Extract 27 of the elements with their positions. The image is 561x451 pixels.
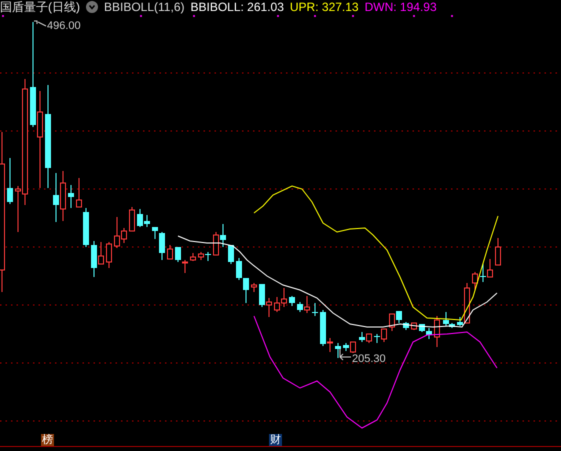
indicator-value: UPR: 327.13: [290, 0, 359, 14]
candlestick: [289, 296, 295, 306]
indicator-name: BBIBOLL(11,6): [104, 0, 184, 14]
candlestick: [228, 244, 234, 264]
candlestick: [434, 316, 440, 348]
candlestick: [167, 244, 173, 260]
marker-badge[interactable]: 榜: [41, 434, 54, 446]
leader-line: [34, 20, 46, 26]
candlestick: [411, 322, 417, 330]
candlestick: [190, 252, 196, 262]
indicator-value: DWN: 194.93: [364, 0, 437, 14]
candlestick: [312, 302, 318, 316]
candlestick: [495, 238, 501, 266]
candlestick: [7, 158, 13, 204]
high-price-label: 496.00: [47, 20, 81, 32]
candlestick: [335, 342, 341, 358]
candlestick: [472, 272, 478, 290]
candlestick: [68, 184, 74, 208]
marker-badge[interactable]: 财: [269, 434, 282, 446]
candlestick: [129, 206, 135, 232]
dropdown-icon[interactable]: [86, 1, 98, 13]
leader-line: [340, 348, 352, 360]
candlestick: [106, 242, 112, 268]
indicator-value: BBIBOLL: 261.03: [190, 0, 284, 14]
candlestick: [251, 282, 257, 292]
low-price-label: 205.30: [352, 353, 386, 365]
chart-title: 国盾量子(日线): [0, 0, 80, 14]
